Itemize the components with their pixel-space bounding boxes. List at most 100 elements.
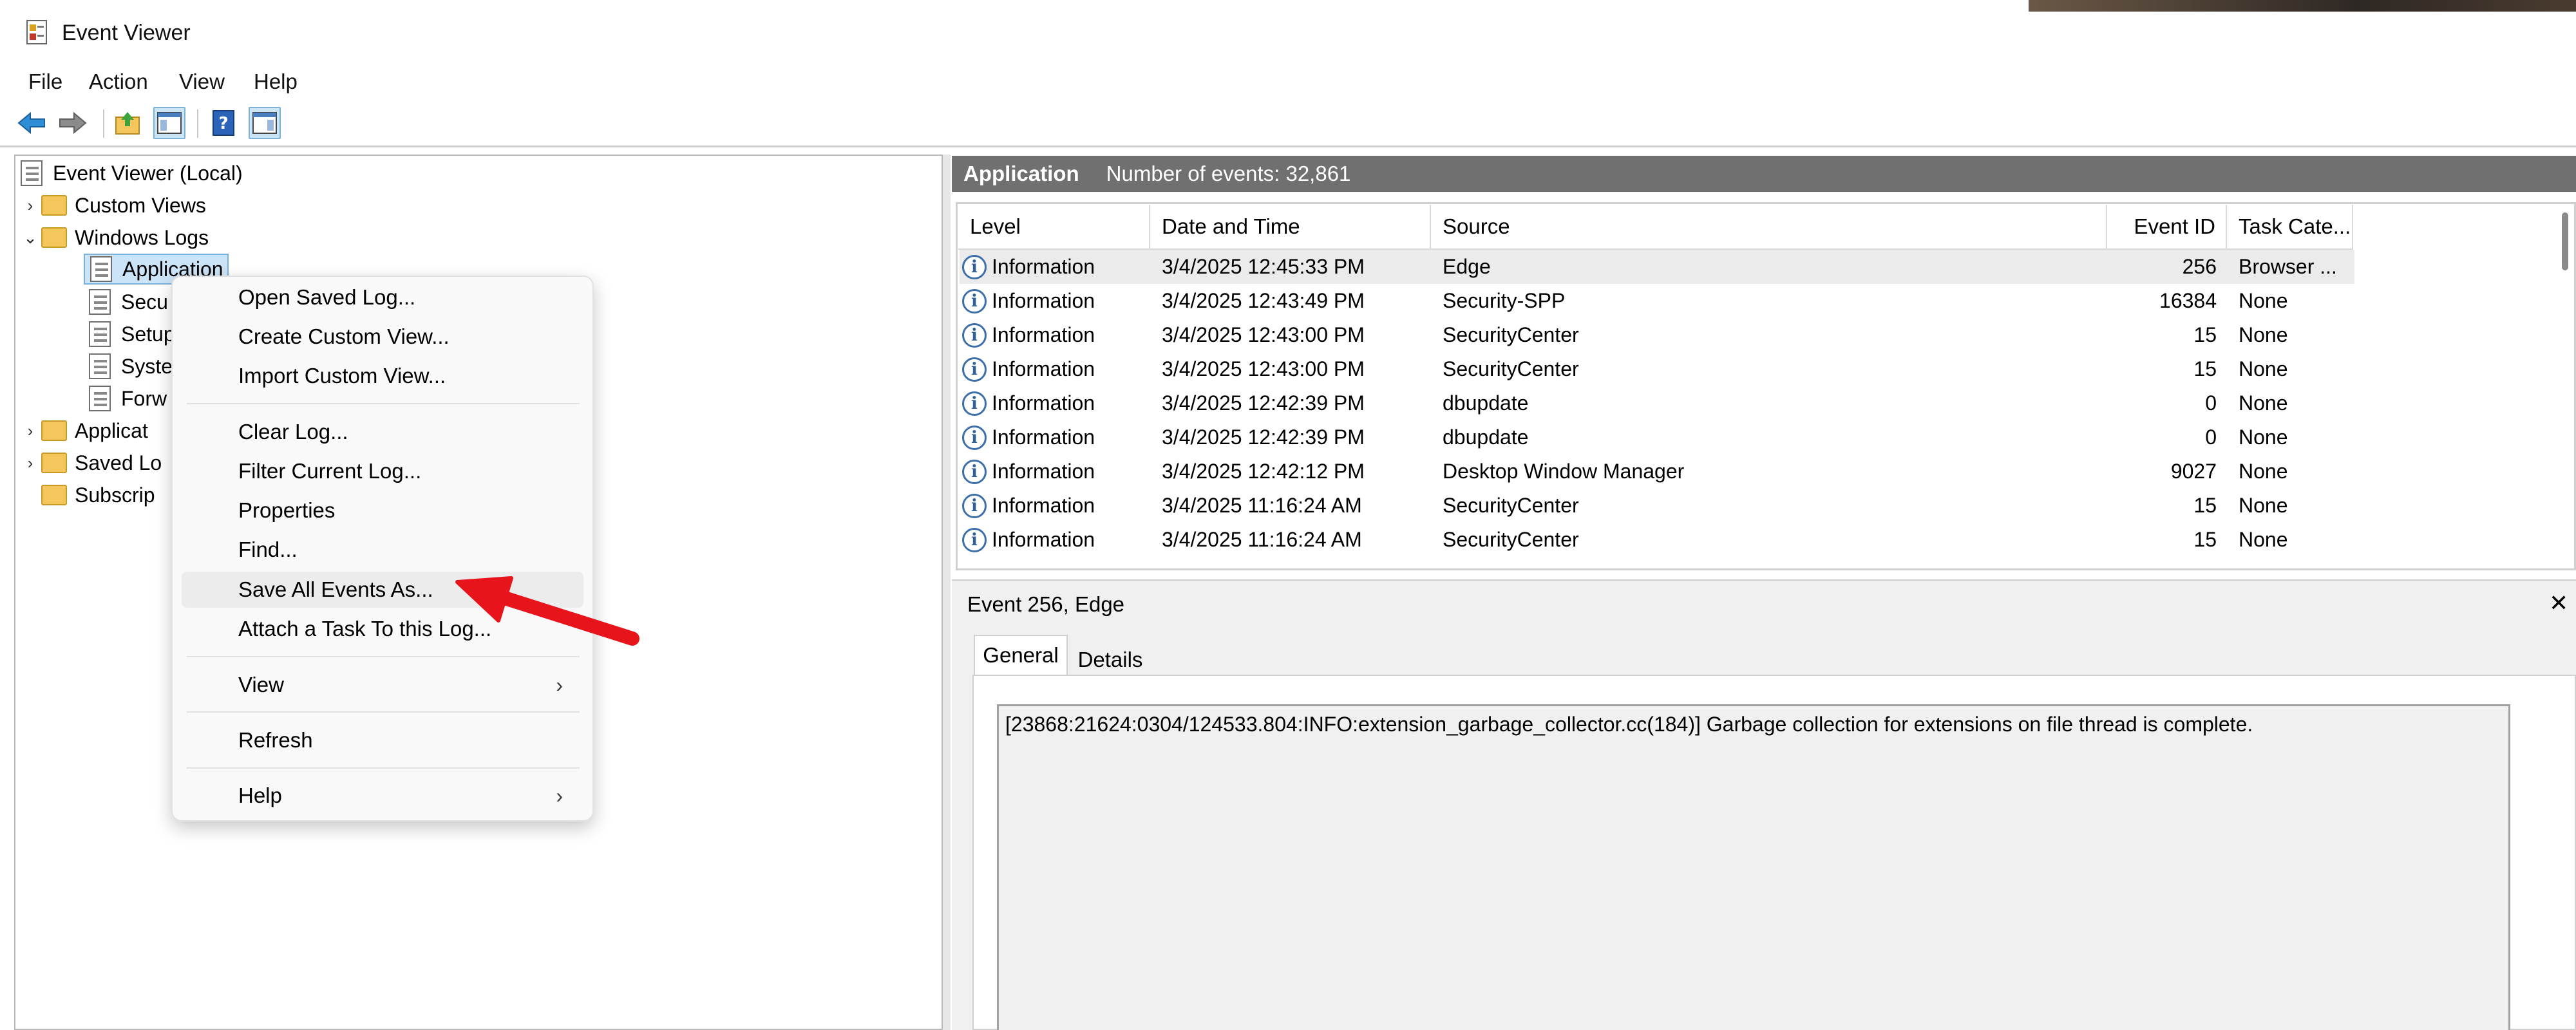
cell-level: i Information xyxy=(962,284,1150,318)
menu-view[interactable]: View xyxy=(176,70,227,94)
menu-help[interactable]: Help xyxy=(251,70,300,94)
cell-text: None xyxy=(2239,289,2288,312)
folder-icon xyxy=(41,482,67,508)
cell-date: 3/4/2025 11:16:24 AM xyxy=(1162,489,1431,523)
cell-text: None xyxy=(2239,391,2288,415)
help-icon[interactable]: ? xyxy=(207,107,240,139)
tree-item-label: Applicat xyxy=(75,418,148,442)
menu-item-help[interactable]: Help › xyxy=(182,778,583,814)
annotation-arrow-icon xyxy=(455,576,639,646)
cell-text: 15 xyxy=(2193,494,2217,517)
column-header-source[interactable]: Source xyxy=(1431,205,2107,250)
menu-separator xyxy=(187,403,580,404)
cell-text: None xyxy=(2239,494,2288,517)
cell-event-id: 256 xyxy=(2107,250,2217,284)
toolbar xyxy=(0,100,2576,147)
menu-action[interactable]: Action xyxy=(86,70,151,94)
tree-item-label: Forw xyxy=(121,386,167,410)
cell-text: 3/4/2025 12:45:33 PM xyxy=(1162,255,1365,278)
information-icon: i xyxy=(962,323,987,348)
events-scrollbar[interactable] xyxy=(2562,212,2568,270)
menu-item-view[interactable]: View › xyxy=(182,667,583,703)
menu-item-find[interactable]: Find... xyxy=(182,532,583,568)
menu-item-open-saved-log[interactable]: Open Saved Log... xyxy=(182,279,583,315)
cell-text: Information xyxy=(992,460,1095,483)
tree-item-custom-views[interactable]: › Custom Views xyxy=(19,189,206,221)
menu-file[interactable]: File xyxy=(26,70,65,94)
log-icon xyxy=(88,386,113,411)
cell-source: Edge xyxy=(1443,250,2107,284)
chevron-down-icon[interactable]: ⌄ xyxy=(19,228,41,248)
cell-text: SecurityCenter xyxy=(1443,528,1579,551)
cell-task-category: None xyxy=(2239,489,2354,523)
menu-item-label: View xyxy=(238,673,284,697)
cell-text: 15 xyxy=(2193,528,2217,551)
column-header-level[interactable]: Level xyxy=(958,205,1150,250)
chevron-right-icon: › xyxy=(556,783,563,807)
tree-item-applications-and-services[interactable]: › Applicat xyxy=(19,415,148,447)
log-name: Application xyxy=(963,162,1079,185)
cell-text: None xyxy=(2239,357,2288,380)
cell-text: None xyxy=(2239,426,2288,449)
log-icon xyxy=(88,321,113,347)
tree-item-label: Custom Views xyxy=(75,193,206,217)
cell-date: 3/4/2025 11:16:24 AM xyxy=(1162,523,1431,557)
chevron-right-icon[interactable]: › xyxy=(19,453,41,473)
cell-task-category: Browser ... xyxy=(2239,250,2354,284)
tree-item-subscriptions[interactable]: Subscrip xyxy=(41,479,155,511)
tree-item-security[interactable]: Secu xyxy=(88,286,168,318)
up-folder-icon[interactable] xyxy=(112,107,144,139)
information-icon: i xyxy=(962,357,987,382)
event-viewer-icon xyxy=(19,160,45,186)
chevron-right-icon[interactable]: › xyxy=(19,421,41,441)
tree-item-label: Setup xyxy=(121,322,175,346)
menu-item-refresh[interactable]: Refresh xyxy=(182,722,583,758)
menu-item-create-custom-view[interactable]: Create Custom View... xyxy=(182,319,583,355)
column-header-event-id[interactable]: Event ID xyxy=(2107,205,2227,250)
tree-item-windows-logs[interactable]: ⌄ Windows Logs xyxy=(19,221,209,254)
column-header-date-and-time[interactable]: Date and Time xyxy=(1150,205,1431,250)
event-detail-title: Event 256, Edge xyxy=(967,592,1125,616)
tree-item-saved-logs[interactable]: › Saved Lo xyxy=(19,447,162,479)
chevron-right-icon[interactable]: › xyxy=(19,196,41,216)
menu-item-label: Help xyxy=(238,783,282,807)
cell-source: SecurityCenter xyxy=(1443,489,2107,523)
tree-item-forwarded-events[interactable]: Forw xyxy=(88,382,167,415)
tree-item-label: Event Viewer (Local) xyxy=(53,161,243,185)
cell-task-category: None xyxy=(2239,523,2354,557)
event-message-box[interactable]: [23868:21624:0304/124533.804:INFO:extens… xyxy=(997,704,2510,1030)
back-arrow-icon[interactable] xyxy=(15,107,48,139)
cell-text: 3/4/2025 12:42:12 PM xyxy=(1162,460,1365,483)
svg-text:?: ? xyxy=(218,114,228,133)
event-message-text: [23868:21624:0304/124533.804:INFO:extens… xyxy=(1005,713,2253,736)
tree-item-event-viewer-local[interactable]: Event Viewer (Local) xyxy=(19,157,243,189)
cell-task-category: None xyxy=(2239,386,2354,420)
log-icon xyxy=(88,353,113,379)
menu-item-filter-current-log[interactable]: Filter Current Log... xyxy=(182,453,583,489)
cell-text: 3/4/2025 12:42:39 PM xyxy=(1162,426,1365,449)
show-hide-action-pane-icon[interactable] xyxy=(249,107,281,139)
column-header-task-category[interactable]: Task Cate... xyxy=(2227,205,2353,250)
tab-details[interactable]: Details xyxy=(1069,640,1151,680)
menu-item-clear-log[interactable]: Clear Log... xyxy=(182,414,583,450)
show-hide-console-tree-icon[interactable] xyxy=(153,107,185,139)
menu-item-properties[interactable]: Properties xyxy=(182,492,583,529)
cell-text: 0 xyxy=(2205,391,2217,415)
cell-text: Edge xyxy=(1443,255,1491,278)
log-icon xyxy=(88,289,113,315)
cell-text: SecurityCenter xyxy=(1443,323,1579,346)
menu-item-import-custom-view[interactable]: Import Custom View... xyxy=(182,358,583,394)
cell-text: None xyxy=(2239,460,2288,483)
cell-source: dbupdate xyxy=(1443,386,2107,420)
tree-item-system[interactable]: Syste xyxy=(88,350,173,382)
tree-item-setup[interactable]: Setup xyxy=(88,318,175,350)
close-icon[interactable]: ✕ xyxy=(2549,590,2568,617)
log-icon xyxy=(89,256,115,282)
pane-splitter[interactable] xyxy=(943,154,951,1030)
forward-arrow-icon[interactable] xyxy=(57,107,89,139)
tab-general[interactable]: General xyxy=(974,635,1068,675)
cell-text: Information xyxy=(992,357,1095,380)
cell-source: Security-SPP xyxy=(1443,284,2107,318)
menu-separator xyxy=(187,711,580,713)
cell-event-id: 0 xyxy=(2107,386,2217,420)
